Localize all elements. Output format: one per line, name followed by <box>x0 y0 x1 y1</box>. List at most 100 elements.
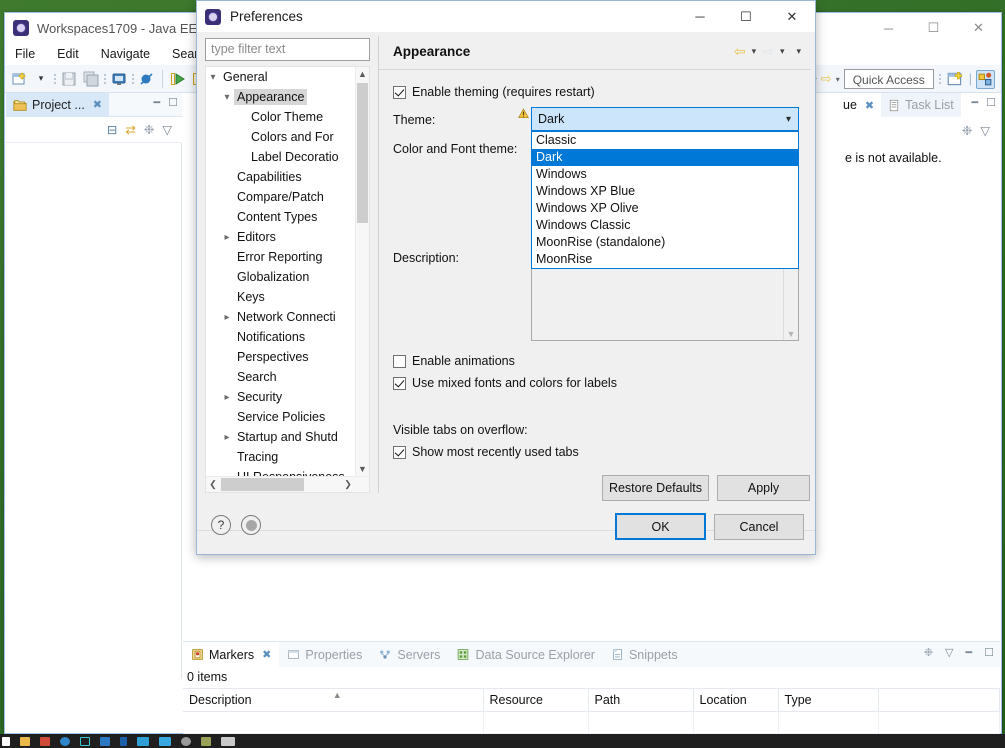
cancel-button[interactable]: Cancel <box>714 514 804 540</box>
app-cyan-icon[interactable] <box>137 736 149 746</box>
tab-data-source-explorer[interactable]: Data Source Explorer <box>448 642 603 667</box>
back-nav-dropdown-icon[interactable]: ▾ <box>752 46 757 57</box>
tree-item-general[interactable]: ▾ General <box>206 67 355 87</box>
app-olive-icon[interactable] <box>201 736 211 746</box>
tab-snippets[interactable]: Snippets <box>603 642 686 667</box>
maximize-icon[interactable]: ☐ <box>986 96 996 109</box>
tree-item-appearance[interactable]: ▾ Appearance <box>206 87 355 107</box>
column-header-resource[interactable]: Resource <box>483 688 589 712</box>
tree-item-tracing[interactable]: Tracing <box>206 447 355 467</box>
tree-item-compare-patch[interactable]: Compare/Patch <box>206 187 355 207</box>
new-wizard-icon[interactable] <box>9 69 29 89</box>
theme-option-moonrise[interactable]: MoonRise <box>532 251 798 268</box>
collapse-all-icon[interactable]: ⊟ <box>107 122 117 137</box>
tree-horizontal-scrollbar[interactable]: ❮ ❯ <box>206 476 369 492</box>
tree-item-security[interactable]: ▸ Security <box>206 387 355 407</box>
close-icon[interactable]: ✖ <box>865 99 874 112</box>
close-icon[interactable]: ✖ <box>93 98 102 111</box>
tree-vertical-scrollbar[interactable]: ▲ ▼ <box>355 67 369 476</box>
terminal-icon[interactable] <box>80 736 90 746</box>
minimize-icon[interactable]: ━ <box>972 96 979 109</box>
minimize-icon[interactable]: ━ <box>966 646 973 659</box>
table-row[interactable] <box>183 711 1000 734</box>
scroll-right-icon[interactable]: ❯ <box>341 477 355 492</box>
maximize-icon[interactable]: ☐ <box>984 646 994 659</box>
enable-animations-checkbox-row[interactable]: Enable animations <box>393 354 515 368</box>
link-with-editor-icon[interactable]: ⇄ <box>125 122 135 137</box>
menu-file[interactable]: File <box>13 46 37 62</box>
enable-theming-checkbox-row[interactable]: Enable theming (requires restart) <box>393 85 595 99</box>
quick-access-input[interactable]: Quick Access <box>843 69 934 89</box>
preferences-close-button[interactable]: ✕ <box>769 1 815 32</box>
forward-nav-dropdown-icon[interactable]: ▾ <box>780 46 785 57</box>
app-red-icon[interactable] <box>40 736 50 746</box>
view-menu-dots-icon[interactable]: ❉ <box>962 123 972 138</box>
tree-item-service-policies[interactable]: Service Policies <box>206 407 355 427</box>
theme-option-windows-xp-blue[interactable]: Windows XP Blue <box>532 183 798 200</box>
pane-menu-icon[interactable]: ▾ <box>796 46 801 57</box>
forward-nav-icon[interactable]: ⇨ <box>821 71 832 87</box>
java-ee-perspective-icon[interactable] <box>976 69 995 89</box>
theme-option-windows-xp-olive[interactable]: Windows XP Olive <box>532 200 798 217</box>
maximize-icon[interactable]: ☐ <box>168 96 178 109</box>
close-icon[interactable]: ✖ <box>262 648 271 661</box>
scroll-left-icon[interactable]: ❮ <box>206 477 220 492</box>
column-header-description[interactable]: ▲ Description <box>183 688 484 712</box>
view-menu-dots-icon[interactable]: ❉ <box>924 646 933 659</box>
forward-nav-icon[interactable]: ⇨ <box>762 43 774 60</box>
tree-item-keys[interactable]: Keys <box>206 287 355 307</box>
eclipse-maximize-button[interactable]: ☐ <box>911 13 956 43</box>
chevron-down-icon[interactable]: ▾ <box>786 114 791 125</box>
show-mru-tabs-checkbox-row[interactable]: Show most recently used tabs <box>393 445 579 459</box>
tree-item-error-reporting[interactable]: Error Reporting <box>206 247 355 267</box>
enable-animations-checkbox[interactable] <box>393 354 406 368</box>
tree-item-ui-responsiveness[interactable]: UI Responsiveness <box>206 467 355 476</box>
column-header-type[interactable]: Type <box>778 688 879 712</box>
tree-item-editors[interactable]: ▸ Editors <box>206 227 355 247</box>
theme-option-classic[interactable]: Classic <box>532 132 798 149</box>
menu-edit[interactable]: Edit <box>55 46 81 62</box>
theme-combobox[interactable]: Dark ▾ <box>531 107 799 131</box>
column-header-path[interactable]: Path <box>588 688 694 712</box>
tree-item-notifications[interactable]: Notifications <box>206 327 355 347</box>
filter-input[interactable]: type filter text <box>205 38 370 61</box>
restore-defaults-button[interactable]: Restore Defaults <box>602 475 709 501</box>
tab-markers[interactable]: Markers ✖ <box>183 642 280 667</box>
app-blue-icon[interactable] <box>60 736 70 746</box>
theme-option-windows[interactable]: Windows <box>532 166 798 183</box>
tree-item-perspectives[interactable]: Perspectives <box>206 347 355 367</box>
chevron-right-icon[interactable]: ▸ <box>220 392 234 403</box>
app-blue2-icon[interactable] <box>100 736 110 746</box>
open-perspective-icon[interactable] <box>946 70 965 89</box>
scroll-up-icon[interactable]: ▲ <box>356 67 369 81</box>
save-all-icon[interactable] <box>81 69 101 89</box>
tab-editor-partial[interactable]: ue ✖ <box>841 93 881 117</box>
eclipse-taskbar-icon[interactable] <box>221 736 235 746</box>
view-menu-icon[interactable]: ▽ <box>162 122 172 137</box>
column-header-location[interactable]: Location <box>693 688 779 712</box>
scrollbar-thumb-horizontal[interactable] <box>221 478 304 491</box>
mixed-fonts-checkbox[interactable] <box>393 376 406 390</box>
record-icon[interactable] <box>241 515 261 535</box>
tree-item-network-connections[interactable]: ▸ Network Connecti <box>206 307 355 327</box>
tab-project-explorer[interactable]: Project ... ✖ <box>6 92 110 117</box>
show-mru-tabs-checkbox[interactable] <box>393 445 406 459</box>
tree-item-colors-and-fonts[interactable]: Colors and For <box>206 127 355 147</box>
settings-icon[interactable] <box>181 736 191 746</box>
forward-nav-dropdown-icon[interactable]: ▾ <box>836 75 840 84</box>
scroll-down-icon[interactable]: ▼ <box>784 329 798 339</box>
app-navy-icon[interactable] <box>120 736 127 746</box>
scroll-down-icon[interactable]: ▼ <box>356 462 369 476</box>
tab-servers[interactable]: Servers <box>370 642 448 667</box>
eclipse-minimize-button[interactable]: ─ <box>866 13 911 43</box>
help-icon[interactable]: ? <box>211 515 231 535</box>
theme-option-moonrise-standalone[interactable]: MoonRise (standalone) <box>532 234 798 251</box>
theme-option-windows-classic[interactable]: Windows Classic <box>532 217 798 234</box>
theme-option-dark[interactable]: Dark <box>532 149 798 166</box>
mixed-fonts-checkbox-row[interactable]: Use mixed fonts and colors for labels <box>393 376 617 390</box>
back-nav-icon[interactable]: ⇦ <box>734 43 746 60</box>
new-dropdown-icon[interactable]: ▾ <box>31 69 51 89</box>
run-icon[interactable] <box>168 69 188 89</box>
project-explorer-content[interactable] <box>6 143 182 679</box>
app-lightblue-icon[interactable] <box>159 736 171 746</box>
